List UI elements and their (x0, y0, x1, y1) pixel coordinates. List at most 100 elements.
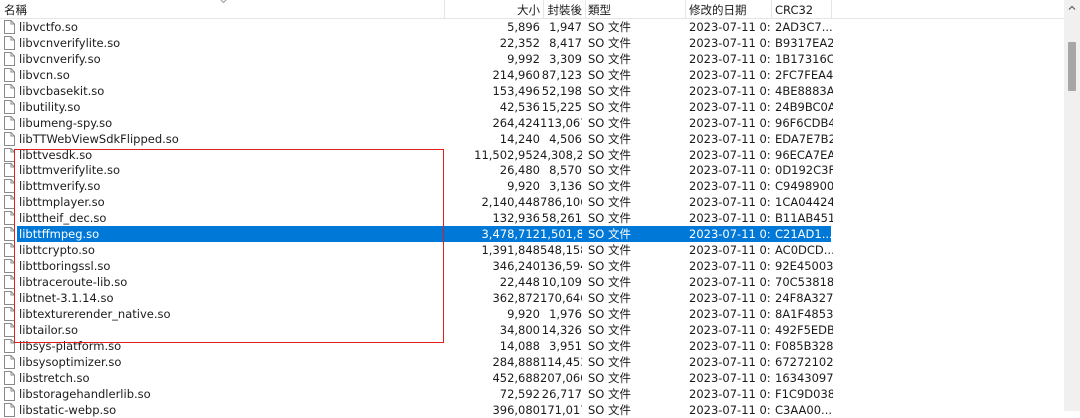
file-list: libvctfo.so 5,896 1,947 SO 文件 2023-07-11 0:.… (0, 19, 1064, 417)
file-row[interactable]: libttmplayer.so 2,140,448786,106 SO 文件 2023… (0, 194, 1064, 210)
file-size: 22,352 (499, 35, 540, 50)
file-crc: 96ECA7EA (775, 147, 833, 162)
column-divider[interactable] (831, 0, 832, 18)
file-packed-size: 207,060 (540, 370, 582, 385)
file-row[interactable]: libTTWebViewSdkFlipped.so 14,240 4,506 SO 文… (0, 131, 1064, 147)
file-modified-date: 2023-07-11 0:... (689, 195, 771, 210)
file-type: SO 文件 (588, 147, 632, 162)
file-name: libttmverifylite.so (19, 163, 121, 178)
file-row[interactable]: libutility.so 42,536 15,225 SO 文件 2023-07-11… (0, 99, 1064, 115)
file-size: 2,140,448 (481, 195, 540, 210)
file-icon (4, 147, 15, 162)
file-row[interactable]: libttffmpeg.so 3,478,7121,501,844 SO 文件 202… (0, 226, 1064, 243)
file-type: SO 文件 (588, 20, 632, 34)
file-row[interactable]: libsys-platform.so 14,088 3,951 SO 文件 2023-0… (0, 338, 1064, 354)
file-row[interactable]: libttmverifylite.so 26,480 8,570 SO 文件 2023-… (0, 162, 1064, 178)
file-row[interactable]: libtnet-3.1.14.so 362,872170,646 SO 文件 2023… (0, 290, 1064, 306)
file-row[interactable]: libstatic-webp.so 396,080171,017 SO 文件 2023… (0, 402, 1064, 418)
file-crc: 70C53818 (775, 275, 833, 289)
column-header-type[interactable]: 類型 (588, 2, 611, 18)
file-size: 362,872 (492, 290, 540, 305)
file-icon (4, 386, 15, 401)
file-row[interactable]: libtraceroute-lib.so 22,448 10,109 SO 文件 202… (0, 274, 1064, 290)
file-row[interactable]: libvcnverify.so 9,992 3,309 SO 文件 2023-07-11… (0, 51, 1064, 67)
column-header-crc[interactable]: CRC32 (775, 2, 813, 18)
file-row[interactable]: libttvesdk.so 11,502,9524,308,209 SO 文件 202… (0, 147, 1064, 163)
file-size: 1,391,848 (481, 243, 540, 258)
file-size: 214,960 (492, 67, 540, 82)
file-crc: C9498900 (775, 179, 833, 194)
file-packed-size: 786,106 (540, 195, 582, 210)
file-icon (4, 227, 15, 242)
file-packed-size: 8,417 (549, 35, 582, 50)
file-row[interactable]: libttheif_dec.so 132,936 58,261 SO 文件 2023-0… (0, 210, 1064, 226)
column-header-packed[interactable]: 封裝後 (540, 2, 583, 18)
file-row[interactable]: libtailor.so 34,800 14,326 SO 文件 2023-07-11 … (0, 322, 1064, 338)
file-crc: B11AB451 (775, 211, 833, 226)
file-modified-date: 2023-07-11 0:... (689, 35, 771, 50)
file-packed-size: 15,225 (541, 99, 582, 114)
file-modified-date: 2023-07-11 0:... (689, 20, 771, 34)
file-name: libttffmpeg.so (19, 227, 100, 242)
file-row[interactable]: libstretch.so 452,688207,060 SO 文件 2023-07-… (0, 370, 1064, 386)
file-crc: 2AD3C7... (775, 20, 833, 34)
file-icon (4, 20, 15, 34)
file-name: libttmverify.so (19, 179, 101, 194)
column-divider[interactable] (685, 0, 686, 18)
chevron-down-icon[interactable] (219, 0, 228, 5)
column-header-size[interactable]: 大小 (446, 2, 540, 18)
file-row[interactable]: libttmverify.so 9,920 3,136 SO 文件 2023-07-11… (0, 178, 1064, 194)
file-type: SO 文件 (588, 115, 632, 130)
column-divider[interactable] (444, 0, 445, 18)
file-row[interactable]: libttcrypto.so 1,391,848548,158 SO 文件 2023-… (0, 242, 1064, 258)
file-row[interactable]: libvcn.so 214,960 87,123 SO 文件 2023-07-11 0:… (0, 67, 1064, 83)
file-name: libtexturerender_native.so (19, 306, 171, 321)
file-icon (4, 35, 15, 50)
file-crc: 492F5EDB (775, 322, 833, 337)
file-size: 9,992 (507, 51, 540, 66)
column-divider[interactable] (585, 0, 586, 18)
file-packed-size: 3,951 (549, 338, 582, 353)
vertical-scrollbar[interactable] (1064, 0, 1080, 411)
file-name: libsys-platform.so (19, 338, 122, 353)
column-header-modified[interactable]: 修改的日期 (689, 2, 747, 18)
file-row[interactable]: libttboringssl.so 346,240136,594 SO 文件 2023… (0, 258, 1064, 274)
file-icon (4, 402, 15, 417)
file-modified-date: 2023-07-11 0:... (689, 290, 771, 305)
file-name: libvcbasekit.so (19, 83, 105, 98)
file-crc: 92E45003 (775, 259, 833, 274)
file-icon (4, 290, 15, 305)
file-name: libttheif_dec.so (19, 211, 107, 226)
file-row[interactable]: libsysoptimizer.so 284,888114,453 SO 文件 202… (0, 354, 1064, 370)
file-type: SO 文件 (588, 290, 632, 305)
file-type: SO 文件 (588, 35, 632, 50)
file-crc: C21AD1... (775, 227, 833, 242)
file-crc: 24F8A327 (775, 290, 833, 305)
file-packed-size: 136,594 (540, 259, 582, 274)
file-icon (4, 306, 15, 321)
file-row[interactable]: libvcnverifylite.so 22,352 8,417 SO 文件 2023-… (0, 35, 1064, 51)
file-name: libutility.so (19, 99, 81, 114)
chevron-up-icon[interactable] (1067, 3, 1077, 13)
file-row[interactable]: libstoragehandlerlib.so 72,592 26,717 SO 文件… (0, 386, 1064, 402)
file-size: 264,424 (492, 115, 540, 130)
file-modified-date: 2023-07-11 0:... (689, 115, 771, 130)
file-icon (4, 370, 15, 385)
file-row[interactable]: libumeng-spy.so 264,424113,067 SO 文件 2023-0… (0, 115, 1064, 131)
file-row[interactable]: libvctfo.so 5,896 1,947 SO 文件 2023-07-11 0:.… (0, 19, 1064, 35)
file-type: SO 文件 (588, 243, 632, 258)
file-row[interactable]: libtexturerender_native.so 9,920 1,976 SO 文… (0, 306, 1064, 322)
file-size: 132,936 (492, 211, 540, 226)
file-packed-size: 1,947 (549, 20, 582, 34)
file-name: libttmplayer.so (19, 195, 105, 210)
file-row[interactable]: libvcbasekit.so 153,496 52,198 SO 文件 2023-07… (0, 83, 1064, 99)
column-header-name[interactable]: 名稱 (4, 2, 27, 18)
scrollbar-thumb[interactable] (1068, 42, 1076, 91)
file-crc: 16343097 (775, 370, 833, 385)
file-name: libvctfo.so (19, 20, 78, 34)
file-icon (4, 195, 15, 210)
file-modified-date: 2023-07-11 0:... (689, 306, 771, 321)
column-divider[interactable] (771, 0, 772, 18)
file-crc: AC0DCD... (775, 243, 833, 258)
file-modified-date: 2023-07-11 0:... (689, 67, 771, 82)
